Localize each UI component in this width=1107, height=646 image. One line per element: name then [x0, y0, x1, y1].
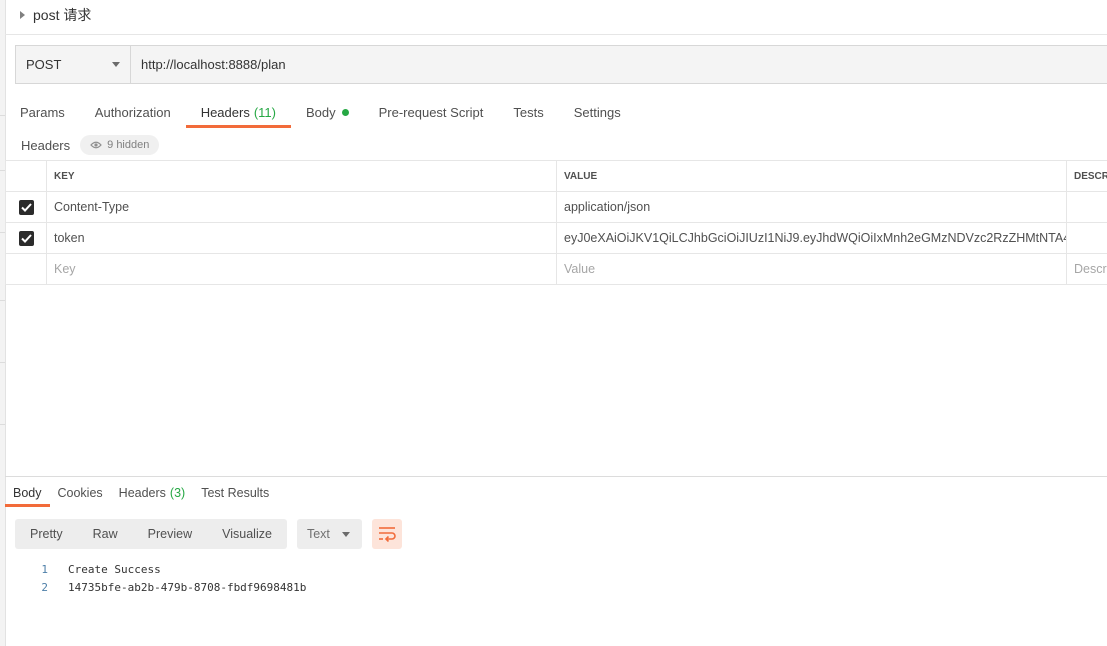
tab-label: Test Results [201, 486, 270, 500]
url-input[interactable]: http://localhost:8888/plan [131, 46, 286, 83]
value-input[interactable]: Value [556, 253, 1067, 285]
wrap-lines-button[interactable] [371, 519, 402, 549]
request-tabs: Params Authorization Headers (11) Body Pr… [5, 98, 636, 128]
tab-tests[interactable]: Tests [498, 98, 558, 126]
line-number: 1 [41, 562, 48, 576]
table-header-row: KEY VALUE DESCRI [5, 160, 1107, 192]
line-number: 2 [41, 580, 48, 594]
tab-label: Params [20, 104, 65, 120]
tab-label: Cookies [57, 486, 103, 500]
sidebar-divider [0, 424, 5, 425]
hidden-count: 9 hidden [107, 139, 150, 151]
view-mode-group: Pretty Raw Preview Visualize [15, 519, 287, 549]
code-line: 1 Create Success [30, 560, 306, 578]
column-description: DESCRI [1066, 160, 1107, 192]
sidebar-divider [0, 362, 5, 363]
response-view-bar: Pretty Raw Preview Visualize Text [15, 519, 402, 549]
view-pretty-button[interactable]: Pretty [15, 519, 78, 549]
expand-triangle-icon[interactable] [20, 11, 25, 19]
sidebar-edge [0, 0, 6, 646]
view-raw-button[interactable]: Raw [78, 519, 133, 549]
tab-label: Tests [513, 104, 544, 120]
tab-count: (11) [253, 104, 276, 120]
hidden-headers-toggle[interactable]: 9 hidden [80, 135, 160, 155]
empty-checkbox-cell [5, 253, 47, 285]
table-row: Content-Type application/json [5, 191, 1107, 223]
sidebar-divider [0, 300, 5, 301]
tab-label: Headers [200, 104, 250, 120]
tab-label: Headers [118, 486, 166, 500]
checkmark-icon[interactable] [18, 199, 34, 215]
url-bar: POST http://localhost:8888/plan [15, 45, 1107, 84]
tab-label: Body [305, 104, 336, 120]
format-select[interactable]: Text [296, 519, 362, 549]
tab-pre-request-script[interactable]: Pre-request Script [364, 98, 499, 126]
table-row: Key Value Descri [5, 253, 1107, 285]
header-description-cell[interactable] [1066, 222, 1107, 254]
tab-authorization[interactable]: Authorization [80, 98, 186, 126]
description-input[interactable]: Descri [1066, 253, 1107, 285]
request-title: post 请求 [33, 7, 92, 23]
row-checkbox[interactable] [5, 222, 47, 254]
tab-label: Body [13, 486, 42, 500]
table-row: token eyJ0eXAiOiJKV1QiLCJhbGciOiJIUzI1Ni… [5, 222, 1107, 254]
url-text: http://localhost:8888/plan [141, 57, 286, 72]
headers-label: Headers [21, 137, 71, 153]
line-text: 14735bfe-ab2b-479b-8708-fbdf9698481b [68, 580, 307, 594]
response-tab-headers[interactable]: Headers (3) [111, 482, 194, 504]
row-checkbox[interactable] [5, 191, 47, 223]
method-select[interactable]: POST [16, 46, 131, 83]
response-body[interactable]: 1 Create Success 2 14735bfe-ab2b-479b-87… [30, 560, 306, 596]
format-label: Text [306, 527, 330, 541]
tab-label: Settings [573, 104, 621, 120]
tab-label: Authorization [94, 104, 171, 120]
response-tab-cookies[interactable]: Cookies [50, 482, 111, 504]
header-description-cell[interactable] [1066, 191, 1107, 223]
method-label: POST [26, 57, 62, 72]
tab-settings[interactable]: Settings [559, 98, 636, 126]
header-key-cell[interactable]: Content-Type [46, 191, 557, 223]
key-input[interactable]: Key [46, 253, 557, 285]
headers-subheader: Headers 9 hidden [21, 135, 160, 155]
headers-table: KEY VALUE DESCRI Content-Type applicatio… [5, 160, 1107, 285]
column-value: VALUE [556, 160, 1067, 192]
tab-label: Pre-request Script [378, 104, 484, 120]
header-value-cell[interactable]: eyJ0eXAiOiJKV1QiLCJhbGciOiJIUzI1NiJ9.eyJ… [556, 222, 1067, 254]
eye-icon [90, 141, 102, 149]
view-preview-button[interactable]: Preview [133, 519, 207, 549]
line-text: Create Success [68, 562, 161, 576]
checkbox-header [5, 160, 47, 192]
tab-count: (3) [169, 486, 186, 500]
status-dot-icon [341, 108, 349, 116]
response-tab-test-results[interactable]: Test Results [193, 482, 277, 504]
header-key-cell[interactable]: token [46, 222, 557, 254]
divider [5, 34, 1107, 35]
view-visualize-button[interactable]: Visualize [207, 519, 287, 549]
wrap-lines-icon [378, 527, 396, 542]
response-tabs: Body Cookies Headers (3) Test Results [5, 482, 277, 508]
request-name[interactable]: post 请求 [20, 5, 91, 25]
tab-headers[interactable]: Headers (11) [185, 98, 292, 128]
response-tab-body[interactable]: Body [5, 482, 50, 507]
code-line: 2 14735bfe-ab2b-479b-8708-fbdf9698481b [30, 578, 306, 596]
header-value-cell[interactable]: application/json [556, 191, 1067, 223]
chevron-down-icon [341, 531, 350, 537]
checkmark-icon[interactable] [18, 230, 34, 246]
column-key: KEY [46, 160, 557, 192]
tab-body[interactable]: Body [291, 98, 364, 126]
tab-params[interactable]: Params [5, 98, 80, 126]
response-divider [5, 476, 1107, 477]
chevron-down-icon [112, 62, 120, 67]
